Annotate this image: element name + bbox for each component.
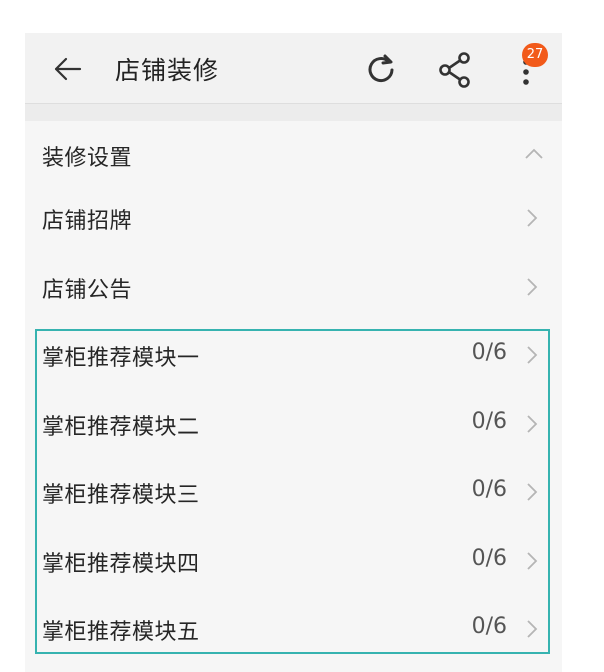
notification-badge: 27	[522, 43, 548, 67]
chevron-right-icon	[527, 415, 538, 433]
divider-band	[25, 104, 562, 121]
list-item-label: 掌柜推荐模块三	[42, 483, 200, 508]
section-title: 装修设置	[42, 146, 133, 171]
refresh-icon[interactable]	[363, 52, 399, 88]
item-count: 0/6	[471, 340, 507, 365]
item-count: 0/6	[471, 546, 507, 571]
top-app-bar: 店铺装修 27	[25, 33, 562, 104]
chevron-up-icon[interactable]	[524, 148, 544, 160]
chevron-right-icon	[527, 209, 538, 227]
list-item-label: 掌柜推荐模块四	[42, 552, 200, 577]
list-item-recommend-module-3[interactable]: 掌柜推荐模块三 0/6	[25, 458, 562, 526]
list-item-recommend-module-2[interactable]: 掌柜推荐模块二 0/6	[25, 390, 562, 458]
chevron-right-icon	[527, 552, 538, 570]
page-title: 店铺装修	[115, 56, 220, 85]
list-item-label: 店铺招牌	[42, 209, 133, 234]
list-item-store-sign[interactable]: 店铺招牌	[25, 184, 562, 252]
app-screen: 店铺装修 27 装修设置 店铺招牌 店铺公告 掌柜推荐模块一 0/6 掌柜推荐模…	[25, 33, 562, 672]
chevron-right-icon	[527, 483, 538, 501]
list-item-label: 掌柜推荐模块一	[42, 346, 200, 371]
item-count: 0/6	[471, 409, 507, 434]
list-item-store-notice[interactable]: 店铺公告	[25, 253, 562, 321]
chevron-right-icon	[527, 278, 538, 296]
chevron-right-icon	[527, 346, 538, 364]
item-count: 0/6	[471, 614, 507, 639]
item-count: 0/6	[471, 477, 507, 502]
decoration-settings-header[interactable]: 装修设置	[25, 121, 562, 184]
back-arrow-icon[interactable]	[53, 57, 83, 81]
chevron-right-icon	[527, 620, 538, 638]
list-item-recommend-module-1[interactable]: 掌柜推荐模块一 0/6	[25, 321, 562, 389]
list-item-recommend-module-5[interactable]: 掌柜推荐模块五 0/6	[25, 595, 562, 663]
list-item-label: 店铺公告	[42, 278, 133, 303]
share-icon[interactable]	[438, 52, 472, 88]
list-item-recommend-module-4[interactable]: 掌柜推荐模块四 0/6	[25, 527, 562, 595]
list-item-label: 掌柜推荐模块五	[42, 620, 200, 645]
list-item-label: 掌柜推荐模块二	[42, 415, 200, 440]
